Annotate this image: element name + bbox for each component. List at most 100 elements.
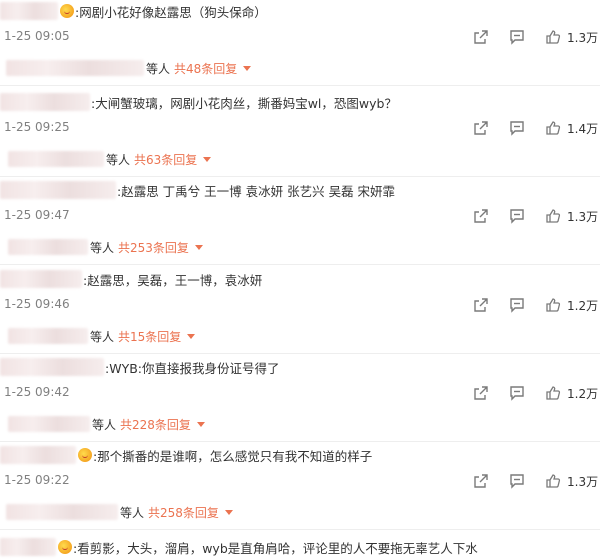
comment-icon[interactable]: [508, 207, 526, 225]
comment-time: 1-25 09:25: [4, 120, 70, 134]
username-blurred[interactable]: [0, 93, 90, 111]
comment-time: 1-25 09:05: [4, 29, 70, 43]
like-count: 1.4万: [567, 121, 599, 136]
view-replies-link[interactable]: 共63条回复: [134, 151, 212, 168]
view-replies-label: 共48条回复: [174, 61, 238, 76]
reply-suffix: 等人: [106, 152, 131, 167]
divider: [0, 176, 600, 177]
replier-names-blurred[interactable]: [6, 60, 144, 76]
comment-time: 1-25 09:42: [4, 385, 70, 399]
reply-suffix: 等人: [90, 240, 115, 255]
comment-actions: 1.3万: [472, 470, 598, 492]
comment-time: 1-25 09:46: [4, 297, 70, 311]
comment-actions: 1.2万: [472, 382, 598, 404]
like-count: 1.2万: [567, 298, 599, 313]
view-replies-label: 共15条回复: [118, 329, 182, 344]
comment-actions: 1.4万: [472, 117, 598, 139]
comment-item: :网剧小花好像赵露思（狗头保命） 1-25 09:05 1.3万 等人 共48条…: [0, 0, 600, 90]
view-replies-label: 共253条回复: [118, 240, 189, 255]
reply-suffix: 等人: [146, 61, 171, 76]
reply-summary: 等人 共228条回复: [8, 413, 205, 435]
reply-summary: 等人 共48条回复: [6, 57, 252, 79]
like-count: 1.2万: [567, 386, 599, 401]
view-replies-label: 共228条回复: [120, 417, 191, 432]
divider: [0, 353, 600, 354]
view-replies-label: 共258条回复: [148, 505, 219, 520]
share-icon[interactable]: [472, 28, 490, 46]
divider: [0, 85, 600, 86]
comment-icon[interactable]: [508, 296, 526, 314]
comment-icon[interactable]: [508, 384, 526, 402]
divider: [0, 441, 600, 442]
replier-names-blurred[interactable]: [8, 239, 88, 255]
comment-item: :赵露思，吴磊，王一博，袁冰妍 1-25 09:46 1.2万 等人 共15条回…: [0, 268, 600, 358]
view-replies-label: 共63条回复: [134, 152, 198, 167]
thumbs-up-icon[interactable]: [544, 28, 562, 46]
replier-names-blurred[interactable]: [8, 416, 90, 432]
comment-actions: 1.2万: [472, 294, 598, 316]
thumbs-up-icon[interactable]: [544, 384, 562, 402]
reply-suffix: 等人: [92, 417, 117, 432]
thumbs-up-icon[interactable]: [544, 296, 562, 314]
comment-item: :看剪影，大头，溜肩，wyb是直角肩哈，评论里的人不要拖无辜艺人下水: [0, 536, 600, 560]
comment-icon[interactable]: [508, 28, 526, 46]
reply-summary: 等人 共258条回复: [6, 501, 233, 523]
user-badge-icon: [78, 448, 92, 462]
comment-body: :大闸蟹玻璃，网剧小花肉丝，撕番妈宝wl，恐图wyb？: [0, 91, 397, 113]
divider: [0, 529, 600, 530]
username-blurred[interactable]: [0, 2, 58, 20]
comment-body: :看剪影，大头，溜肩，wyb是直角肩哈，评论里的人不要拖无辜艺人下水: [0, 536, 478, 558]
view-replies-link[interactable]: 共258条回复: [148, 504, 233, 521]
replier-names-blurred[interactable]: [8, 328, 88, 344]
reply-suffix: 等人: [90, 329, 115, 344]
comment-body: :赵露思，吴磊，王一博，袁冰妍: [0, 268, 262, 290]
thumbs-up-icon[interactable]: [544, 472, 562, 490]
like-count: 1.3万: [567, 30, 599, 45]
comment-item: :赵露思 丁禹兮 王一博 袁冰妍 张艺兴 吴磊 宋妍霏 1-25 09:47 1…: [0, 179, 600, 269]
chevron-down-icon: [224, 509, 233, 515]
comment-text: :WYB:你直接报我身份证号得了: [105, 360, 280, 376]
like-count: 1.3万: [567, 474, 599, 489]
thumbs-up-icon[interactable]: [544, 119, 562, 137]
username-blurred[interactable]: [0, 538, 56, 556]
user-badge-icon: [58, 540, 72, 554]
comment-body: :网剧小花好像赵露思（狗头保命）: [0, 0, 267, 22]
view-replies-link[interactable]: 共253条回复: [118, 239, 203, 256]
thumbs-up-icon[interactable]: [544, 207, 562, 225]
comment-text: :网剧小花好像赵露思（狗头保命）: [75, 4, 267, 20]
user-badge-icon: [60, 4, 74, 18]
comment-item: :那个撕番的是谁啊，怎么感觉只有我不知道的样子 1-25 09:22 1.3万 …: [0, 444, 600, 534]
comment-icon[interactable]: [508, 472, 526, 490]
share-icon[interactable]: [472, 296, 490, 314]
comment-text: :看剪影，大头，溜肩，wyb是直角肩哈，评论里的人不要拖无辜艺人下水: [73, 540, 478, 556]
like-count: 1.3万: [567, 209, 599, 224]
reply-summary: 等人 共15条回复: [8, 325, 196, 347]
username-blurred[interactable]: [0, 358, 104, 376]
replier-names-blurred[interactable]: [8, 151, 104, 167]
share-icon[interactable]: [472, 207, 490, 225]
chevron-down-icon: [243, 65, 252, 71]
replier-names-blurred[interactable]: [6, 504, 118, 520]
comment-time: 1-25 09:47: [4, 208, 70, 222]
share-icon[interactable]: [472, 472, 490, 490]
comment-icon[interactable]: [508, 119, 526, 137]
chevron-down-icon: [187, 333, 196, 339]
comment-item: :大闸蟹玻璃，网剧小花肉丝，撕番妈宝wl，恐图wyb？ 1-25 09:25 1…: [0, 91, 600, 181]
username-blurred[interactable]: [0, 446, 76, 464]
share-icon[interactable]: [472, 384, 490, 402]
reply-suffix: 等人: [120, 505, 145, 520]
chevron-down-icon: [203, 156, 212, 162]
comment-actions: 1.3万: [472, 205, 598, 227]
username-blurred[interactable]: [0, 270, 82, 288]
reply-summary: 等人 共63条回复: [8, 148, 212, 170]
view-replies-link[interactable]: 共48条回复: [174, 60, 252, 77]
share-icon[interactable]: [472, 119, 490, 137]
view-replies-link[interactable]: 共228条回复: [120, 416, 205, 433]
comment-text: :赵露思，吴磊，王一博，袁冰妍: [83, 272, 263, 288]
username-blurred[interactable]: [0, 181, 116, 199]
comment-text: :大闸蟹玻璃，网剧小花肉丝，撕番妈宝wl，恐图wyb？: [91, 95, 397, 111]
divider: [0, 264, 600, 265]
comment-body: :赵露思 丁禹兮 王一博 袁冰妍 张艺兴 吴磊 宋妍霏: [0, 179, 395, 201]
view-replies-link[interactable]: 共15条回复: [118, 328, 196, 345]
chevron-down-icon: [194, 244, 203, 250]
